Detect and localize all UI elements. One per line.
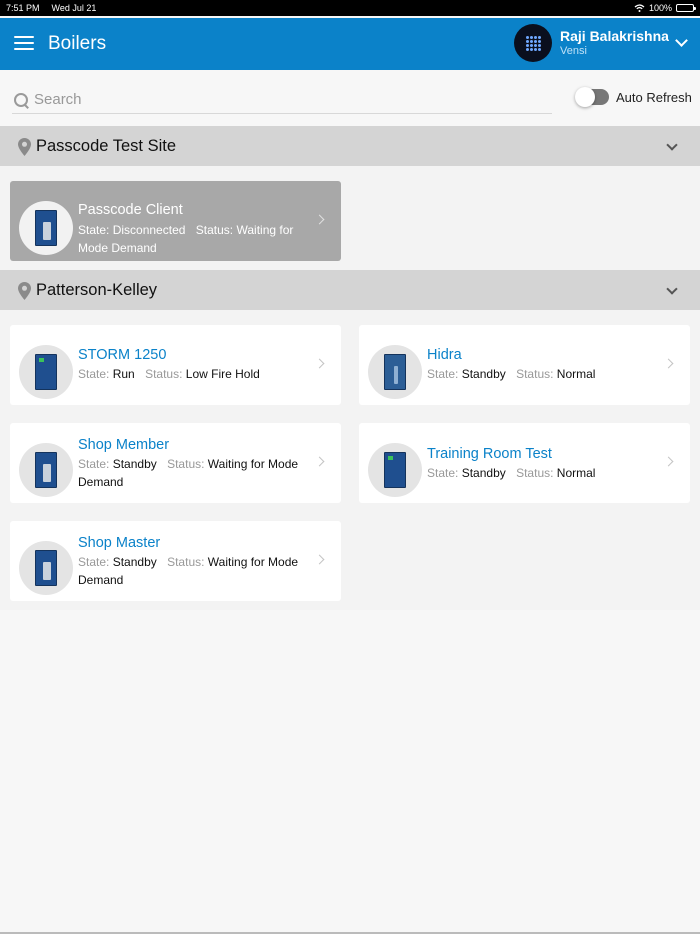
boiler-icon xyxy=(384,452,406,488)
status-label: Status: xyxy=(167,457,205,471)
state-label: State: xyxy=(78,555,110,569)
boiler-thumbnail xyxy=(19,541,73,595)
status-label: Status: xyxy=(195,223,234,237)
auto-refresh-toggle[interactable] xyxy=(575,87,609,107)
boiler-meta: State: Standby Status: Waiting for Mode … xyxy=(78,553,313,589)
boiler-thumbnail xyxy=(19,201,73,255)
boiler-meta: State: Disconnected Status: Waiting for … xyxy=(78,221,313,257)
state-label: State: xyxy=(78,457,110,471)
boiler-card[interactable]: Hidra State: Standby Status: Normal xyxy=(359,325,690,405)
boiler-card[interactable]: STORM 1250 State: Run Status: Low Fire H… xyxy=(10,325,341,405)
state-value: Disconnected xyxy=(112,223,186,237)
boiler-thumbnail xyxy=(19,443,73,497)
site-name: Passcode Test Site xyxy=(36,136,177,155)
boiler-name: STORM 1250 xyxy=(78,347,167,363)
boiler-card[interactable]: Training Room Test State: Standby Status… xyxy=(359,423,690,503)
status-label: Status: xyxy=(516,466,554,480)
chevron-right-icon xyxy=(314,214,325,225)
state-value: Run xyxy=(112,367,135,381)
battery-percent: 100% xyxy=(648,3,672,13)
status-value: Normal xyxy=(556,367,596,381)
logo-icon xyxy=(525,35,541,51)
state-label: State: xyxy=(427,367,459,381)
auto-refresh-label: Auto Refresh xyxy=(616,89,692,105)
chevron-down-icon xyxy=(666,139,678,151)
app-header: Boilers Raji Balakrishna Vensi xyxy=(0,18,700,70)
chevron-right-icon xyxy=(314,358,325,369)
status-label: Status: xyxy=(145,367,183,381)
status-label: Status: xyxy=(516,367,554,381)
search-icon xyxy=(12,91,30,109)
search-bar xyxy=(12,86,552,114)
status-right: 100% xyxy=(634,3,696,13)
user-name: Raji Balakrishna xyxy=(560,28,669,45)
site-header[interactable]: Patterson-Kelley xyxy=(0,270,700,310)
boiler-meta: State: Standby Status: Normal xyxy=(427,464,662,482)
boiler-card[interactable]: Shop Member State: Standby Status: Waiti… xyxy=(10,423,341,503)
boiler-icon xyxy=(35,354,57,390)
status-value: Waiting for Mode Demand xyxy=(78,223,294,255)
status-value: Low Fire Hold xyxy=(185,367,260,381)
user-organization: Vensi xyxy=(560,44,587,57)
boiler-thumbnail xyxy=(19,345,73,399)
boiler-icon xyxy=(384,354,406,390)
user-menu[interactable]: Raji Balakrishna Vensi xyxy=(514,24,688,62)
state-value: Standby xyxy=(112,457,157,471)
avatar xyxy=(514,24,552,62)
boiler-meta: State: Run Status: Low Fire Hold xyxy=(78,365,313,383)
boiler-card[interactable]: Passcode Client State: Disconnected Stat… xyxy=(10,181,341,261)
battery-icon xyxy=(676,4,696,12)
boiler-icon xyxy=(35,550,57,586)
location-pin-icon xyxy=(18,138,31,156)
boiler-thumbnail xyxy=(368,443,422,497)
state-value: Standby xyxy=(461,466,506,480)
site-header[interactable]: Passcode Test Site xyxy=(0,126,700,166)
search-input[interactable] xyxy=(34,91,534,108)
location-pin-icon xyxy=(18,282,31,300)
state-value: Standby xyxy=(461,367,506,381)
chevron-down-icon xyxy=(675,33,688,47)
status-date: Wed Jul 21 xyxy=(51,3,97,13)
boiler-card[interactable]: Shop Master State: Standby Status: Waiti… xyxy=(10,521,341,601)
boiler-name: Training Room Test xyxy=(427,446,552,462)
state-label: State: xyxy=(78,223,110,237)
chevron-right-icon xyxy=(663,358,674,369)
auto-refresh: Auto Refresh xyxy=(575,87,692,107)
wifi-icon xyxy=(634,4,645,12)
boiler-name: Passcode Client xyxy=(78,202,183,218)
boiler-meta: State: Standby Status: Waiting for Mode … xyxy=(78,455,313,491)
boiler-thumbnail xyxy=(368,345,422,399)
chevron-down-icon xyxy=(666,283,678,295)
boiler-meta: State: Standby Status: Normal xyxy=(427,365,662,383)
status-value: Normal xyxy=(556,466,596,480)
state-label: State: xyxy=(78,367,110,381)
boiler-name: Hidra xyxy=(427,347,462,363)
state-label: State: xyxy=(427,466,459,480)
chevron-right-icon xyxy=(314,554,325,565)
boiler-icon xyxy=(35,452,57,488)
boiler-name: Shop Member xyxy=(78,437,170,453)
state-value: Standby xyxy=(112,555,157,569)
chevron-right-icon xyxy=(663,456,674,467)
boiler-icon xyxy=(35,210,57,246)
hamburger-menu-icon[interactable] xyxy=(14,36,34,52)
status-time: 7:51 PM xyxy=(6,3,40,13)
site-name: Patterson-Kelley xyxy=(36,280,158,299)
status-bar: 7:51 PM Wed Jul 21 100% xyxy=(0,0,700,16)
chevron-right-icon xyxy=(314,456,325,467)
boiler-name: Shop Master xyxy=(78,535,161,551)
status-label: Status: xyxy=(167,555,205,569)
page-title: Boilers xyxy=(48,33,107,54)
